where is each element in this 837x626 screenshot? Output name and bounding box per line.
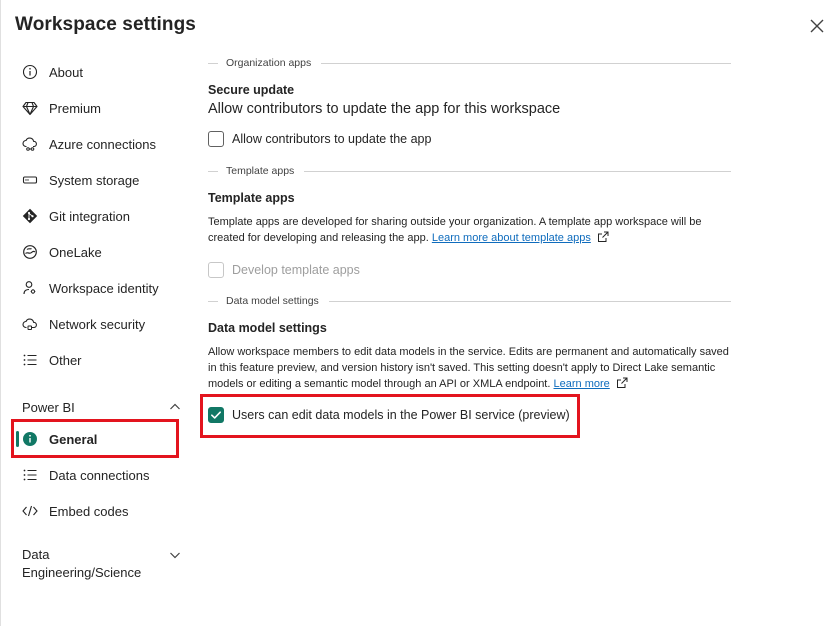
template-apps-description: Template apps are developed for sharing … [208,214,731,246]
section-header-label: Power BI [22,400,75,415]
sidebar-item-network-security[interactable]: Network security [14,309,189,339]
secure-update-heading: Secure update [208,83,295,97]
data-model-heading: Data model settings [208,321,327,335]
checkbox-box [208,262,224,278]
develop-template-apps-checkbox: Develop template apps [208,262,360,278]
users-can-edit-data-models-checkbox[interactable]: Users can edit data models in the Power … [208,407,570,423]
section-header-data-engineering[interactable]: Data Engineering/Science [22,546,182,582]
info-filled-icon [20,429,40,449]
info-icon [20,62,40,82]
secure-update-description: Allow contributors to update the app for… [208,101,561,117]
allow-contributors-checkbox[interactable]: Allow contributors to update the app [208,131,431,147]
close-button[interactable] [807,16,827,36]
onelake-icon [20,242,40,262]
divider-label: Template apps [226,165,295,177]
network-icon [20,314,40,334]
diamond-icon [20,98,40,118]
external-link-icon [616,377,628,388]
sidebar-item-label: Git integration [49,208,130,224]
chevron-down-icon [170,552,180,559]
section-divider-template-apps: Template apps [208,164,731,178]
list-icon [20,350,40,370]
sidebar-item-azure-connections[interactable]: Azure connections [14,129,189,159]
sidebar-item-general[interactable]: General [14,424,189,454]
section-header-label: Data [22,547,50,562]
checkbox-label: Allow contributors to update the app [232,132,432,146]
sidebar-item-label: Premium [49,100,102,116]
page-title: Workspace settings [15,14,196,35]
sidebar-item-data-connections[interactable]: Data connections [14,460,189,490]
sidebar-item-label: System storage [49,172,140,188]
sidebar-item-label: Embed codes [49,503,129,519]
section-header-label: Engineering/Science [22,565,142,580]
template-apps-heading: Template apps [208,191,295,205]
sidebar-item-git-integration[interactable]: Git integration [14,201,189,231]
sidebar-item-label: Network security [49,316,146,332]
cloud-link-icon [20,134,40,154]
checkbox-box[interactable] [208,407,224,423]
data-model-text: Allow workspace members to edit data mod… [208,346,729,390]
divider-label: Data model settings [226,295,319,307]
divider-label: Organization apps [226,57,312,69]
sidebar-item-label: General [49,431,98,447]
learn-more-link[interactable]: Learn more [554,378,610,390]
git-icon [20,206,40,226]
sidebar-item-label: Azure connections [49,136,156,152]
section-header-power-bi[interactable]: Power BI [22,400,182,415]
sidebar-item-onelake[interactable]: OneLake [14,237,189,267]
sidebar-item-workspace-identity[interactable]: Workspace identity [14,273,189,303]
identity-icon [20,278,40,298]
sidebar-item-label: Workspace identity [49,280,159,296]
sidebar-item-label: About [49,64,83,80]
sidebar-item-embed-codes[interactable]: Embed codes [14,496,189,526]
checkbox-label: Develop template apps [232,263,360,277]
data-model-description: Allow workspace members to edit data mod… [208,344,731,392]
sidebar-item-about[interactable]: About [14,57,189,87]
close-icon [810,19,824,33]
learn-more-template-apps-link[interactable]: Learn more about template apps [432,232,591,244]
code-icon [20,501,40,521]
sidebar-item-premium[interactable]: Premium [14,93,189,123]
sidebar-item-other[interactable]: Other [14,345,189,375]
sidebar-item-label: OneLake [49,244,102,260]
storage-icon [20,170,40,190]
sidebar-item-system-storage[interactable]: System storage [14,165,189,195]
sidebar: About Premium Azure connections System s… [0,54,195,614]
external-link-icon [597,231,609,242]
section-divider-data-model: Data model settings [208,294,731,308]
checkbox-label: Users can edit data models in the Power … [232,408,570,422]
section-divider-organization-apps: Organization apps [208,56,731,70]
active-indicator [16,431,19,447]
checkbox-box[interactable] [208,131,224,147]
sidebar-item-label: Data connections [49,467,150,483]
list-icon [20,465,40,485]
sidebar-item-label: Other [49,352,82,368]
checkmark-icon [211,411,221,419]
chevron-up-icon [170,403,180,410]
